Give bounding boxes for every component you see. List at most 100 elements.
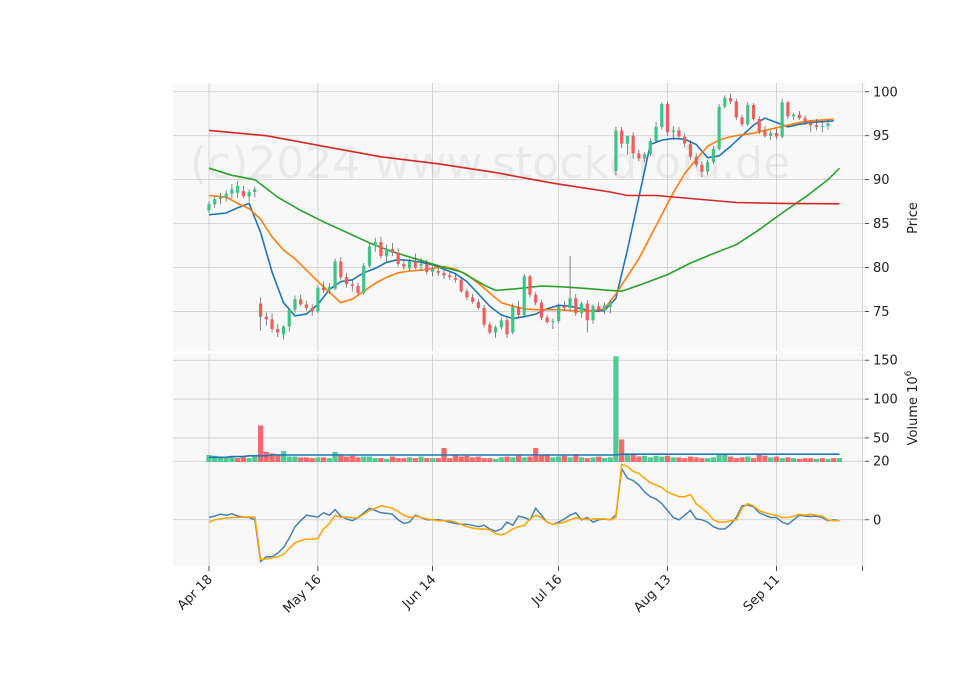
volume-bar	[235, 458, 241, 462]
candle-body	[476, 301, 480, 308]
candle-body	[528, 276, 532, 295]
date-tick-label: Apr 18	[175, 572, 216, 613]
volume-bar	[664, 455, 671, 462]
price-tick-label: 80	[873, 261, 890, 276]
candle-body	[218, 197, 223, 199]
volume-bar	[206, 455, 212, 462]
candle-body	[545, 317, 549, 323]
volume-bar	[292, 456, 298, 462]
candle-body	[809, 122, 813, 126]
volume-bar	[710, 457, 716, 462]
volume-bar	[321, 457, 327, 462]
candle-body	[814, 125, 819, 127]
candle-body	[253, 189, 257, 192]
volume-bar	[338, 455, 344, 462]
volume-bar	[607, 457, 613, 462]
volume-tick-label: 100	[873, 393, 898, 408]
candle-body	[579, 303, 584, 314]
candle-body	[820, 126, 824, 128]
volume-bar	[280, 451, 287, 462]
candle-body	[511, 307, 515, 333]
volume-bar	[716, 454, 722, 462]
price-tick-label: 100	[873, 85, 898, 100]
volume-bar	[739, 457, 745, 462]
date-tick-label: Aug 13	[631, 572, 674, 615]
candle-body	[763, 131, 767, 136]
price-tick-label: 90	[873, 173, 890, 188]
candle-body	[408, 261, 412, 269]
volume-bar	[349, 455, 355, 462]
candle-body	[322, 287, 326, 291]
volume-bar	[510, 457, 516, 462]
candle-body	[631, 135, 635, 154]
candle-body	[723, 97, 727, 107]
candle-body	[207, 204, 211, 211]
volume-bar	[538, 455, 545, 462]
volume-tick-label: 50	[873, 431, 890, 446]
candle-body	[539, 302, 544, 318]
candle-body	[757, 119, 761, 132]
volume-bar	[756, 455, 762, 462]
candle-body	[516, 307, 521, 315]
candle-body	[465, 291, 469, 298]
candle-body	[711, 148, 715, 163]
candle-body	[385, 249, 389, 257]
volume-bar	[343, 456, 350, 462]
volume-bar	[556, 456, 562, 462]
candle-body	[247, 191, 251, 197]
candle-body	[774, 133, 779, 137]
candle-body	[258, 303, 263, 317]
volume-axis: 20 50 100 150	[865, 354, 898, 470]
volume-bar	[802, 458, 808, 462]
volume-bar	[361, 456, 367, 462]
candle-body	[448, 275, 452, 278]
candle-body	[602, 305, 607, 311]
volume-bar	[745, 456, 751, 462]
volume-bar	[819, 458, 825, 462]
candle-body	[362, 265, 366, 294]
volume-bar	[458, 456, 464, 462]
candle-body	[792, 114, 796, 117]
candle-body	[367, 246, 372, 266]
volume-bar	[699, 458, 705, 462]
volume-bar	[481, 458, 487, 462]
volume-bar	[332, 451, 338, 462]
candle-body	[436, 271, 440, 273]
candle-body	[522, 276, 526, 315]
date-tick-label: May 16	[280, 572, 324, 616]
volume-bar	[561, 455, 567, 462]
candle-body	[230, 189, 234, 194]
candle-body	[453, 278, 458, 280]
volume-bar	[429, 458, 436, 462]
date-tick-label: Sep 11	[741, 572, 784, 615]
candle-body	[568, 298, 572, 308]
date-axis: Apr 18 May 16 Jun 14 Jul 16 Aug 13 Sep 11	[175, 566, 863, 616]
candle-body	[746, 104, 750, 125]
date-tick-label: Jul 16	[528, 572, 565, 609]
candle-body	[620, 130, 624, 144]
volume-bar	[355, 457, 361, 462]
candle-body	[551, 321, 555, 323]
candle-body	[419, 264, 423, 266]
candle-body	[270, 319, 274, 330]
volume-bar	[768, 457, 774, 462]
candle-body	[637, 153, 641, 159]
volume-bar	[641, 455, 648, 462]
candle-body	[413, 261, 417, 268]
volume-bar	[395, 458, 401, 462]
candle-body	[333, 261, 337, 289]
candle-body	[293, 299, 297, 310]
candle-body	[505, 320, 509, 335]
volume-bar	[722, 455, 728, 462]
candle-body	[660, 104, 664, 127]
volume-bar	[727, 456, 734, 462]
candle-body	[299, 299, 303, 305]
volume-bar	[825, 458, 831, 462]
volume-bar	[750, 458, 757, 462]
volume-bar	[596, 456, 602, 462]
candle-body	[740, 117, 744, 125]
volume-bar	[567, 457, 573, 462]
volume-bar	[613, 356, 619, 462]
candle-body	[482, 307, 486, 325]
volume-bar	[785, 457, 791, 462]
